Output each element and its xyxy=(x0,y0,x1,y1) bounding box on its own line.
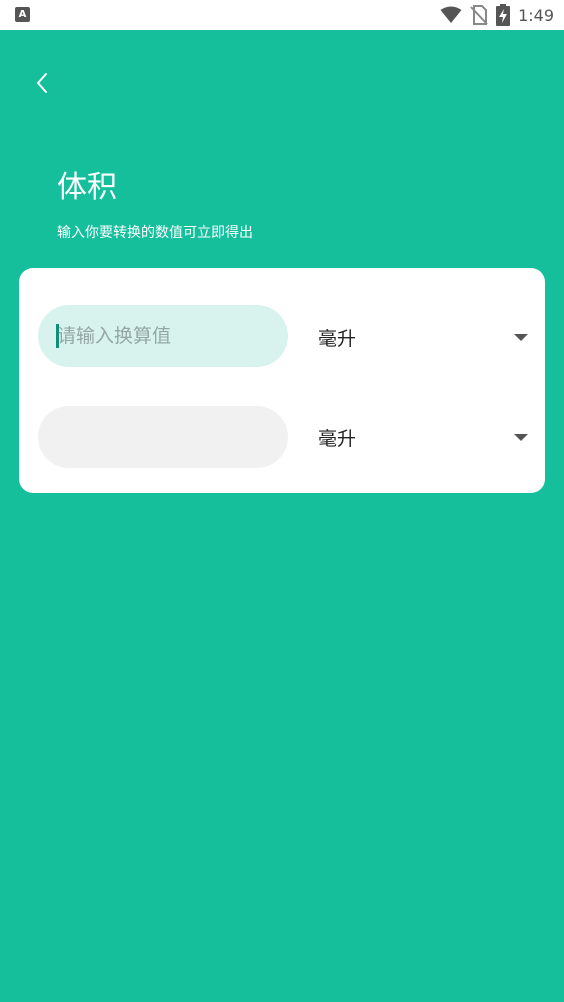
battery-charging-icon xyxy=(496,4,511,26)
result-field[interactable] xyxy=(38,406,288,468)
wifi-icon xyxy=(440,6,462,23)
status-icons: 1:49 xyxy=(440,0,554,30)
dropdown-arrow-icon xyxy=(514,433,528,441)
from-unit-dropdown[interactable]: 毫升 xyxy=(318,317,528,357)
back-button[interactable] xyxy=(26,66,58,100)
value-input[interactable] xyxy=(38,305,288,367)
status-time: 1:49 xyxy=(518,5,554,25)
app-notification-icon: A xyxy=(15,7,30,22)
converter-card: 毫升 毫升 xyxy=(19,268,545,493)
to-unit-label: 毫升 xyxy=(318,427,357,450)
page-title: 体积 xyxy=(57,170,117,205)
status-bar: A 1:49 xyxy=(0,0,564,30)
dropdown-arrow-icon xyxy=(514,333,528,341)
no-sim-icon xyxy=(470,5,488,25)
chevron-left-icon xyxy=(37,73,47,93)
from-unit-label: 毫升 xyxy=(318,327,357,350)
to-unit-dropdown[interactable]: 毫升 xyxy=(318,417,528,457)
text-cursor xyxy=(56,324,59,348)
page-subtitle: 输入你要转换的数值可立即得出 xyxy=(57,225,253,241)
